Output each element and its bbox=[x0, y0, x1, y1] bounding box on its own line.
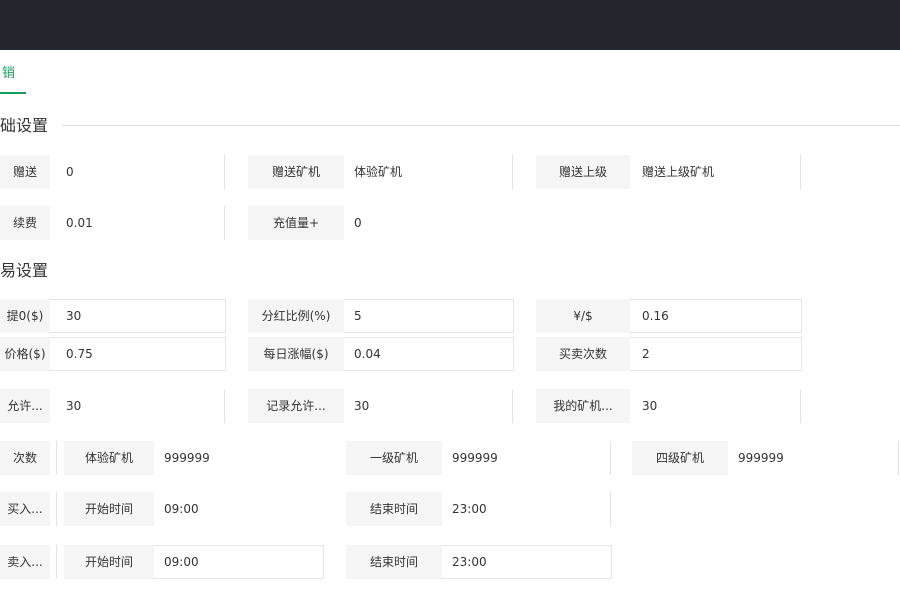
field-border bbox=[50, 337, 226, 371]
field-value: 体验矿机 bbox=[354, 165, 403, 179]
field-gift-miner[interactable]: 赠送矿机 体验矿机 bbox=[248, 155, 518, 189]
field-exchange-rate[interactable]: ¥/$ 0.16 bbox=[536, 299, 802, 333]
field-my-miner[interactable]: 我的矿机... 30 bbox=[536, 389, 806, 423]
field-label: 买卖次数 bbox=[536, 337, 630, 371]
field-label: 每日涨幅($) bbox=[248, 337, 344, 371]
field-sell-group: 卖入... bbox=[0, 545, 58, 579]
field-times-group: 次数 bbox=[0, 441, 58, 475]
field-renewal-fee[interactable]: 续费 0.01 bbox=[0, 206, 230, 240]
field-border bbox=[344, 299, 514, 333]
field-trade-times[interactable]: 买卖次数 2 bbox=[536, 337, 802, 371]
tab-label: 销 bbox=[2, 66, 16, 81]
field-border bbox=[442, 545, 612, 579]
field-label: 卖入... bbox=[0, 545, 50, 579]
field-border bbox=[50, 299, 226, 333]
field-price[interactable]: 价格($) 0.75 bbox=[0, 337, 226, 371]
field-value: 0.01 bbox=[66, 216, 93, 230]
field-label: 四级矿机 bbox=[632, 441, 728, 475]
field-buy-start-time[interactable]: 开始时间 09:00 bbox=[64, 492, 334, 526]
field-value: 30 bbox=[354, 399, 370, 413]
field-value: 999999 bbox=[452, 451, 498, 465]
field-label: 赠送上级 bbox=[536, 155, 630, 189]
field-value: 23:00 bbox=[452, 502, 487, 516]
field-label: 结束时间 bbox=[346, 492, 442, 526]
field-buy-end-time[interactable]: 结束时间 23:00 bbox=[346, 492, 612, 526]
field-border bbox=[56, 492, 57, 526]
field-label: 续费 bbox=[0, 206, 50, 240]
field-gift-upline[interactable]: 赠送上级 赠送上级矿机 bbox=[536, 155, 806, 189]
field-label: 一级矿机 bbox=[346, 441, 442, 475]
field-value: 0 bbox=[354, 216, 362, 230]
field-border bbox=[344, 337, 514, 371]
section-divider bbox=[62, 125, 900, 126]
field-label: 买入... bbox=[0, 492, 50, 526]
field-level1-miner-limit[interactable]: 一级矿机 999999 bbox=[346, 441, 612, 475]
field-level4-miner-limit[interactable]: 四级矿机 999999 bbox=[632, 441, 900, 475]
field-label: 次数 bbox=[0, 441, 50, 475]
field-border bbox=[224, 206, 225, 240]
field-border bbox=[898, 441, 899, 475]
field-label: 体验矿机 bbox=[64, 441, 154, 475]
field-label: 开始时间 bbox=[64, 492, 154, 526]
field-label: 赠送 bbox=[0, 155, 50, 189]
field-dividend-ratio[interactable]: 分红比例(%) 5 bbox=[248, 299, 514, 333]
field-border bbox=[154, 545, 324, 579]
field-daily-increase[interactable]: 每日涨幅($) 0.04 bbox=[248, 337, 514, 371]
field-label: 我的矿机... bbox=[536, 389, 630, 423]
field-border bbox=[56, 545, 57, 579]
field-border bbox=[610, 441, 611, 475]
field-gift-amount[interactable]: 赠送 0 bbox=[0, 155, 230, 189]
field-value: 赠送上级矿机 bbox=[642, 165, 715, 179]
field-border bbox=[224, 389, 225, 423]
field-trial-miner-limit[interactable]: 体验矿机 999999 bbox=[64, 441, 334, 475]
field-sell-end-time[interactable]: 结束时间 23:00 bbox=[346, 545, 612, 579]
field-border bbox=[630, 299, 802, 333]
field-label: 开始时间 bbox=[64, 545, 154, 579]
field-label: 允许... bbox=[0, 389, 50, 423]
section-title-basic: 础设置 bbox=[0, 116, 49, 135]
field-border bbox=[800, 389, 801, 423]
field-label: 提0($) bbox=[0, 299, 50, 333]
field-border bbox=[800, 155, 801, 189]
field-border bbox=[610, 492, 611, 526]
field-allowed-days[interactable]: 允许... 30 bbox=[0, 389, 230, 423]
field-record-allowed[interactable]: 记录允许... 30 bbox=[248, 389, 518, 423]
field-value: 999999 bbox=[738, 451, 784, 465]
field-label: 价格($) bbox=[0, 337, 50, 371]
section-title-trade: 易设置 bbox=[0, 261, 49, 280]
field-label: 记录允许... bbox=[248, 389, 344, 423]
field-border bbox=[630, 337, 802, 371]
field-label: 分红比例(%) bbox=[248, 299, 344, 333]
field-border bbox=[56, 441, 57, 475]
field-value: 999999 bbox=[164, 451, 210, 465]
field-border bbox=[512, 389, 513, 423]
field-value: 30 bbox=[66, 399, 82, 413]
field-label: ¥/$ bbox=[536, 299, 630, 333]
field-buy-group: 买入... bbox=[0, 492, 58, 526]
field-border bbox=[512, 155, 513, 189]
field-value: 09:00 bbox=[164, 502, 199, 516]
field-label: 赠送矿机 bbox=[248, 155, 344, 189]
tab-active-indicator bbox=[0, 92, 26, 94]
field-label: 结束时间 bbox=[346, 545, 442, 579]
top-navbar bbox=[0, 0, 900, 50]
field-sell-start-time[interactable]: 开始时间 09:00 bbox=[64, 545, 324, 579]
tab-sales[interactable]: 销 bbox=[0, 64, 15, 92]
field-border bbox=[224, 155, 225, 189]
field-label: 充值量+ bbox=[248, 206, 344, 240]
field-withdraw-min[interactable]: 提0($) 30 bbox=[0, 299, 226, 333]
field-value: 30 bbox=[642, 399, 658, 413]
field-recharge-amount[interactable]: 充值量+ 0 bbox=[248, 206, 518, 240]
field-value: 0 bbox=[66, 165, 74, 179]
